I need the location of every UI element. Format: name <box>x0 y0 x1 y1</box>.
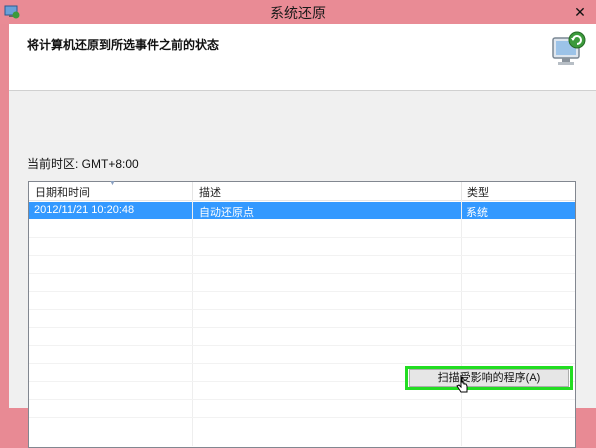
grid-line <box>29 273 575 274</box>
table-row[interactable]: 2012/11/21 10:20:48 自动还原点 系统 <box>29 202 575 219</box>
grid-line <box>29 291 575 292</box>
row-type: 系统 <box>466 207 488 219</box>
grid-line <box>29 417 575 418</box>
page-title: 将计算机还原到所选事件之前的状态 <box>27 38 220 52</box>
row-description: 自动还原点 <box>199 207 254 219</box>
column-header-description[interactable]: 描述 <box>199 184 221 200</box>
computer-restore-icon <box>552 31 586 65</box>
sort-indicator-icon: ▼ <box>109 180 116 187</box>
mouse-cursor-icon <box>456 376 468 393</box>
close-icon: ✕ <box>574 4 586 20</box>
column-separator[interactable] <box>461 182 462 200</box>
grid-line <box>29 399 575 400</box>
grid-line <box>29 255 575 256</box>
window-border <box>0 24 9 408</box>
column-separator[interactable] <box>192 182 193 200</box>
list-header: 日期和时间 ▼ 描述 类型 <box>29 180 575 201</box>
dialog-header: 将计算机还原到所选事件之前的状态 <box>9 24 596 91</box>
grid-line <box>29 327 575 328</box>
timezone-label: 当前时区: GMT+8:00 <box>27 157 139 171</box>
close-button[interactable]: ✕ <box>570 3 590 21</box>
title-bar: 系统还原 ✕ <box>0 0 596 24</box>
grid-line <box>29 363 575 364</box>
dialog-content: 当前时区: GMT+8:00 日期和时间 ▼ 描述 类型 2012/11/21 … <box>9 91 596 448</box>
grid-line <box>29 309 575 310</box>
grid-line <box>29 237 575 238</box>
column-header-date[interactable]: 日期和时间 <box>35 184 90 200</box>
grid-line <box>29 345 575 346</box>
column-header-type[interactable]: 类型 <box>467 184 489 200</box>
row-date: 2012/11/21 10:20:48 <box>34 204 135 216</box>
window-title: 系统还原 <box>270 5 326 21</box>
scan-affected-programs-button[interactable]: 扫描受影响的程序(A) <box>409 369 569 387</box>
